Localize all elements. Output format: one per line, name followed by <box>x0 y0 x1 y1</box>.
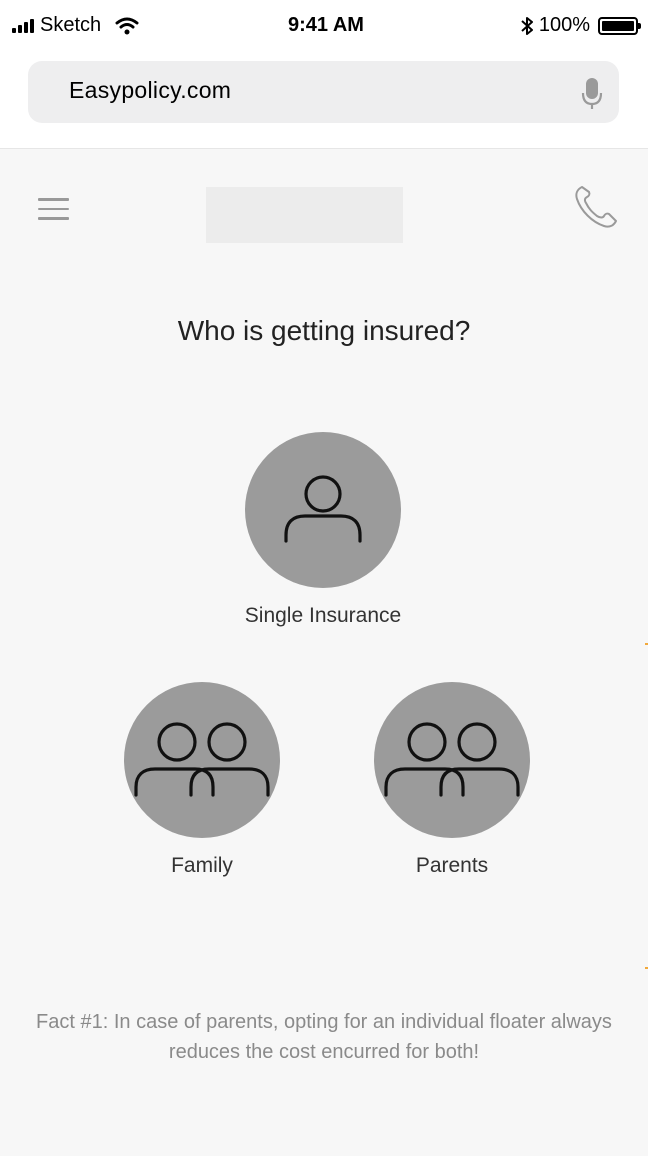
fact-text: Fact #1: In case of parents, opting for … <box>36 1011 612 1063</box>
page-question: Who is getting insured? <box>177 315 471 346</box>
bluetooth-icon <box>521 16 533 35</box>
option-circle[interactable] <box>374 682 530 838</box>
address-bar[interactable]: Easypolicy.com <box>28 61 619 123</box>
status-bar: Sketch 9:41 AM 100% <box>0 0 652 54</box>
option-label: Single Insurance <box>244 604 402 627</box>
edge-marker <box>645 643 648 645</box>
hamburger-icon[interactable] <box>38 198 69 220</box>
person-icon <box>284 475 362 543</box>
edge-marker <box>645 967 648 969</box>
status-right: 100% <box>521 14 641 37</box>
phone-icon[interactable] <box>572 183 620 231</box>
battery-icon <box>598 16 641 35</box>
microphone-icon[interactable] <box>581 77 603 111</box>
option-parents[interactable]: Parents <box>329 682 575 878</box>
option-circle[interactable] <box>124 682 280 838</box>
option-family[interactable]: Family <box>79 682 325 878</box>
url-text: Easypolicy.com <box>69 77 232 103</box>
web-content: Who is getting insured? Single Insurance <box>0 148 648 1156</box>
option-circle[interactable] <box>245 432 401 588</box>
two-people-icon <box>384 722 520 797</box>
option-single-insurance[interactable]: Single Insurance <box>186 432 460 628</box>
logo-placeholder <box>206 187 403 243</box>
option-label: Family <box>171 854 233 877</box>
two-people-icon <box>134 722 270 797</box>
battery-percent: 100% <box>538 14 590 36</box>
screen: Sketch 9:41 AM 100% Easypolicy.com Who i… <box>0 0 652 1156</box>
option-label: Parents <box>415 854 489 877</box>
